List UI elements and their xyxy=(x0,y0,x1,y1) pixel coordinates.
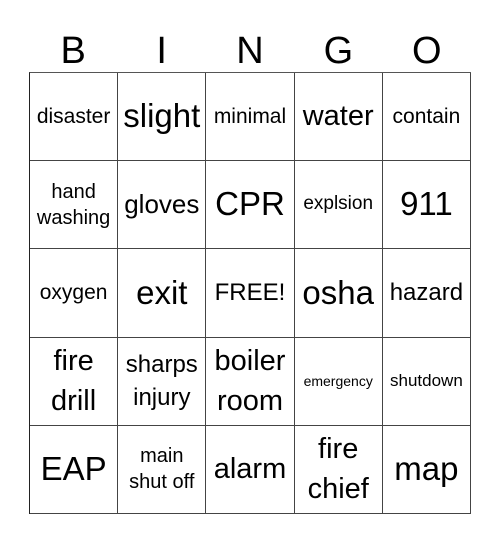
bingo-cell[interactable]: water xyxy=(294,73,383,162)
bingo-cell[interactable]: oxygen xyxy=(30,249,119,338)
bingo-cell[interactable]: hand washing xyxy=(30,161,119,250)
bingo-cell[interactable]: boiler room xyxy=(206,337,295,426)
header-letter-o: O xyxy=(412,30,442,72)
free-space[interactable]: FREE! xyxy=(206,249,295,338)
bingo-cell[interactable]: disaster xyxy=(30,73,119,162)
header-letter-g: G xyxy=(323,30,354,72)
bingo-cell[interactable]: sharps injury xyxy=(118,337,207,426)
header-letter-n: N xyxy=(236,30,264,72)
bingo-cell[interactable]: main shut off xyxy=(118,425,207,514)
bingo-cell[interactable]: shutdown xyxy=(382,337,471,426)
bingo-cell[interactable]: emergency xyxy=(294,337,383,426)
bingo-cell[interactable]: minimal xyxy=(206,73,295,162)
bingo-cell[interactable]: hazard xyxy=(382,249,471,338)
bingo-cell[interactable]: slight xyxy=(118,73,207,162)
bingo-grid: disaster slight minimal water contain ha… xyxy=(29,72,471,514)
bingo-cell[interactable]: 911 xyxy=(382,161,471,250)
header-letter-i: I xyxy=(156,30,167,72)
bingo-cell[interactable]: osha xyxy=(294,249,383,338)
bingo-cell[interactable]: fire chief xyxy=(294,425,383,514)
bingo-cell[interactable]: gloves xyxy=(118,161,207,250)
header-letter-b: B xyxy=(60,30,86,72)
bingo-cell[interactable]: map xyxy=(382,425,471,514)
bingo-cell[interactable]: contain xyxy=(382,73,471,162)
bingo-cell[interactable]: exit xyxy=(118,249,207,338)
bingo-cell[interactable]: fire drill xyxy=(30,337,119,426)
bingo-cell[interactable]: alarm xyxy=(206,425,295,514)
bingo-cell[interactable]: CPR xyxy=(206,161,295,250)
bingo-cell[interactable]: EAP xyxy=(30,425,119,514)
bingo-header: B I N G O xyxy=(29,30,471,72)
bingo-cell[interactable]: explsion xyxy=(294,161,383,250)
